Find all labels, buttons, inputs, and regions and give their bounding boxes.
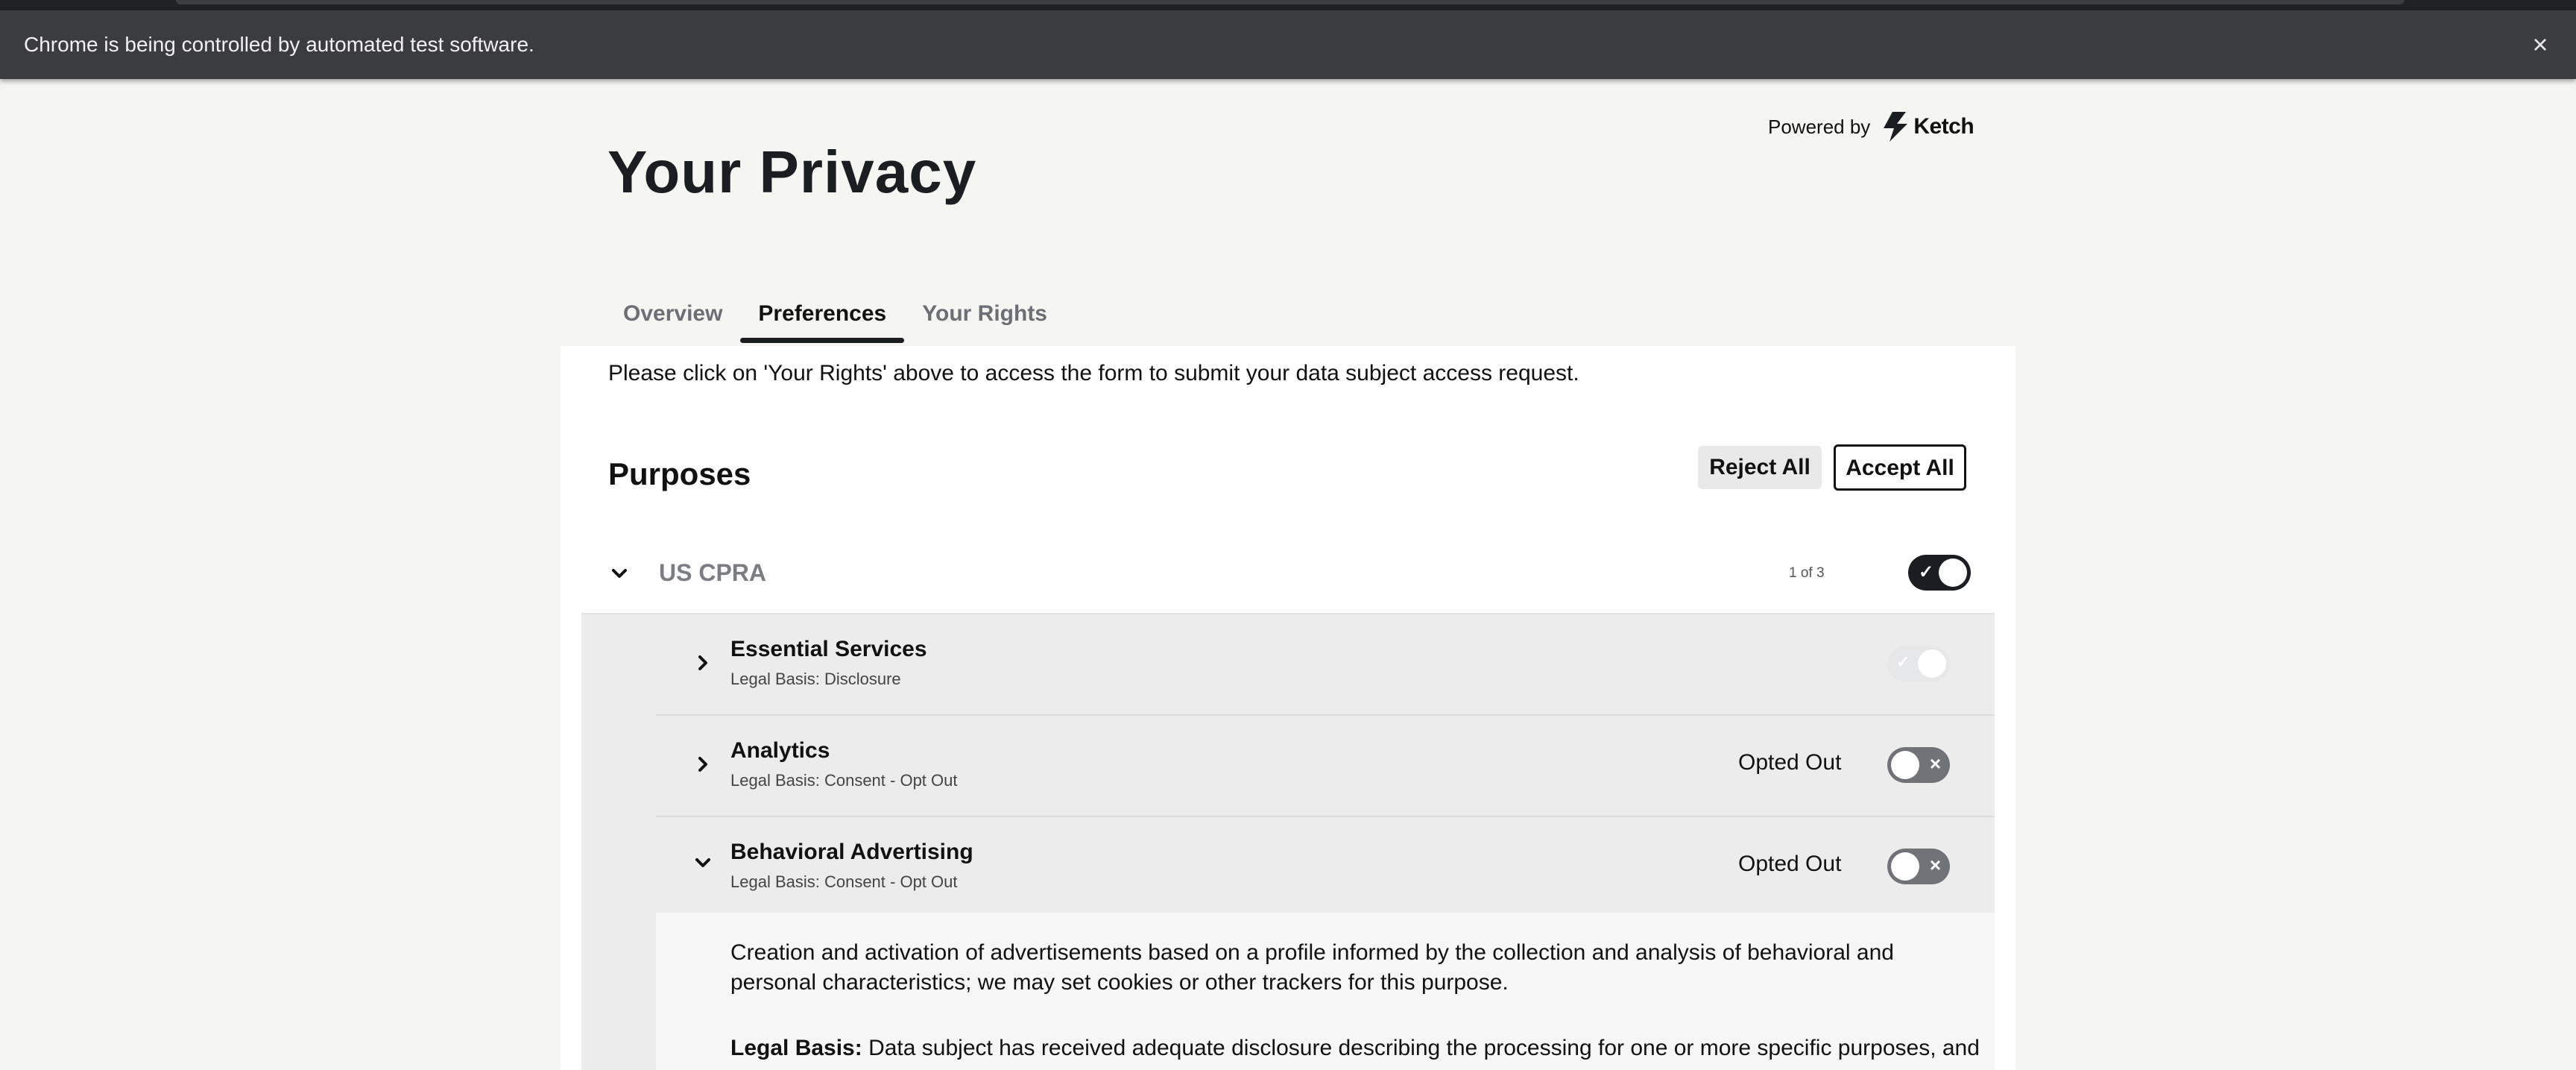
chevron-down-icon[interactable]	[692, 852, 714, 874]
toggle-knob	[1891, 751, 1919, 779]
tab-your-rights[interactable]: Your Rights	[904, 291, 1065, 337]
chevron-right-icon[interactable]	[692, 753, 714, 775]
toggle-knob	[1918, 649, 1946, 678]
browser-tab-strip	[176, 0, 2405, 4]
purpose-group-us-cpra[interactable]: US CPRA 1 of 3 ✓	[581, 532, 1995, 614]
infobar-message: Chrome is being controlled by automated …	[24, 33, 534, 56]
purpose-toggle[interactable]: ×	[1887, 849, 1950, 884]
purpose-toggle-disabled: ✓	[1887, 646, 1950, 682]
purpose-description: Creation and activation of advertisement…	[730, 940, 1894, 995]
group-label: US CPRA	[659, 559, 767, 586]
reject-all-button[interactable]: Reject All	[1698, 446, 1822, 489]
purpose-basis: Legal Basis: Consent - Opt Out	[730, 872, 958, 891]
purpose-detail: Creation and activation of advertisement…	[656, 913, 1995, 1070]
toggle-knob	[1939, 558, 1967, 587]
x-icon: ×	[1929, 752, 1941, 775]
ketch-wordmark: Ketch	[1913, 114, 1974, 139]
purpose-list: Essential Services Legal Basis: Disclosu…	[581, 614, 1995, 1070]
purpose-basis: Legal Basis: Disclosure	[730, 670, 901, 688]
x-icon: ×	[1929, 854, 1941, 876]
powered-by-label: Powered by	[1768, 115, 1871, 138]
purpose-toggle[interactable]: ×	[1887, 747, 1950, 783]
purpose-status: Opted Out	[1738, 750, 1842, 775]
ketch-logo: Ketch	[1881, 112, 1974, 142]
purpose-title: Analytics	[730, 738, 830, 763]
accept-all-button[interactable]: Accept All	[1834, 444, 1966, 491]
infobar-close-icon[interactable]: ×	[2527, 31, 2554, 58]
purpose-item-behavioral-advertising[interactable]: Behavioral Advertising Legal Basis: Cons…	[656, 817, 1995, 911]
tab-bar: Overview Preferences Your Rights	[605, 291, 1065, 343]
chevron-right-icon[interactable]	[692, 652, 714, 674]
preferences-panel: Please click on 'Your Rights' above to a…	[561, 346, 2015, 1070]
browser-top-strip	[0, 0, 2576, 10]
legal-basis-label: Legal Basis:	[730, 1036, 862, 1060]
purpose-title: Essential Services	[730, 637, 927, 661]
check-icon: ✓	[1919, 562, 1934, 582]
purpose-item-essential-services[interactable]: Essential Services Legal Basis: Disclosu…	[656, 614, 1995, 716]
group-toggle[interactable]: ✓	[1908, 555, 1971, 591]
tab-overview[interactable]: Overview	[605, 291, 740, 337]
purpose-title: Behavioral Advertising	[730, 840, 973, 864]
chevron-down-icon[interactable]	[608, 562, 631, 585]
toggle-knob	[1891, 852, 1919, 881]
purpose-legal-basis: Legal Basis: Data subject has received a…	[730, 1033, 1980, 1063]
check-icon: ✓	[1896, 652, 1910, 671]
ketch-bolt-icon	[1884, 112, 1908, 142]
page-title: Your Privacy	[607, 139, 977, 205]
powered-by[interactable]: Powered by Ketch	[1768, 112, 1974, 142]
automation-infobar: Chrome is being controlled by automated …	[0, 10, 2576, 79]
tab-preferences[interactable]: Preferences	[740, 291, 905, 343]
rights-notice: Please click on 'Your Rights' above to a…	[608, 361, 1579, 385]
purpose-basis: Legal Basis: Consent - Opt Out	[730, 771, 958, 790]
purposes-title: Purposes	[608, 456, 751, 491]
legal-basis-text: Data subject has received adequate discl…	[868, 1036, 1980, 1060]
group-count: 1 of 3	[1789, 565, 1825, 581]
purpose-status: Opted Out	[1738, 852, 1842, 876]
purpose-item-analytics[interactable]: Analytics Legal Basis: Consent - Opt Out…	[656, 716, 1995, 817]
